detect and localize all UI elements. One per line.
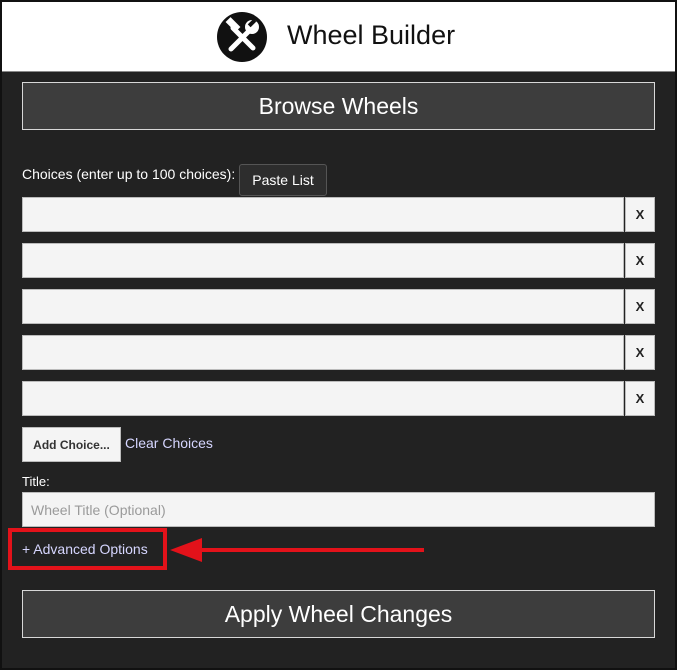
choice-input[interactable] [22, 289, 624, 324]
choice-row: X [22, 335, 655, 370]
annotation-highlight-box [8, 528, 167, 570]
remove-choice-button[interactable]: X [625, 335, 655, 370]
remove-choice-button[interactable]: X [625, 289, 655, 324]
paste-list-button[interactable]: Paste List [239, 164, 327, 196]
header: Wheel Builder [2, 2, 675, 72]
apply-wheel-changes-button[interactable]: Apply Wheel Changes [22, 590, 655, 638]
choice-input[interactable] [22, 381, 624, 416]
choice-input[interactable] [22, 243, 624, 278]
choice-row: X [22, 243, 655, 278]
app-title: Wheel Builder [287, 20, 456, 50]
remove-choice-button[interactable]: X [625, 197, 655, 232]
choice-input[interactable] [22, 197, 624, 232]
add-choice-button[interactable]: Add Choice... [22, 427, 121, 462]
app-frame: Wheel Builder Browse Wheels Choices (ent… [0, 0, 677, 670]
remove-choice-button[interactable]: X [625, 243, 655, 278]
choice-input[interactable] [22, 335, 624, 370]
browse-wheels-button[interactable]: Browse Wheels [22, 82, 655, 130]
remove-choice-button[interactable]: X [625, 381, 655, 416]
choices-label: Choices (enter up to 100 choices): [22, 166, 236, 182]
title-label: Title: [22, 474, 50, 489]
clear-choices-link[interactable]: Clear Choices [125, 435, 213, 451]
choice-row: X [22, 381, 655, 416]
choice-row: X [22, 197, 655, 232]
hammer-wrench-icon [217, 12, 267, 62]
annotation-arrow-icon [170, 538, 424, 562]
choice-row: X [22, 289, 655, 324]
wheel-title-input[interactable] [22, 492, 655, 527]
